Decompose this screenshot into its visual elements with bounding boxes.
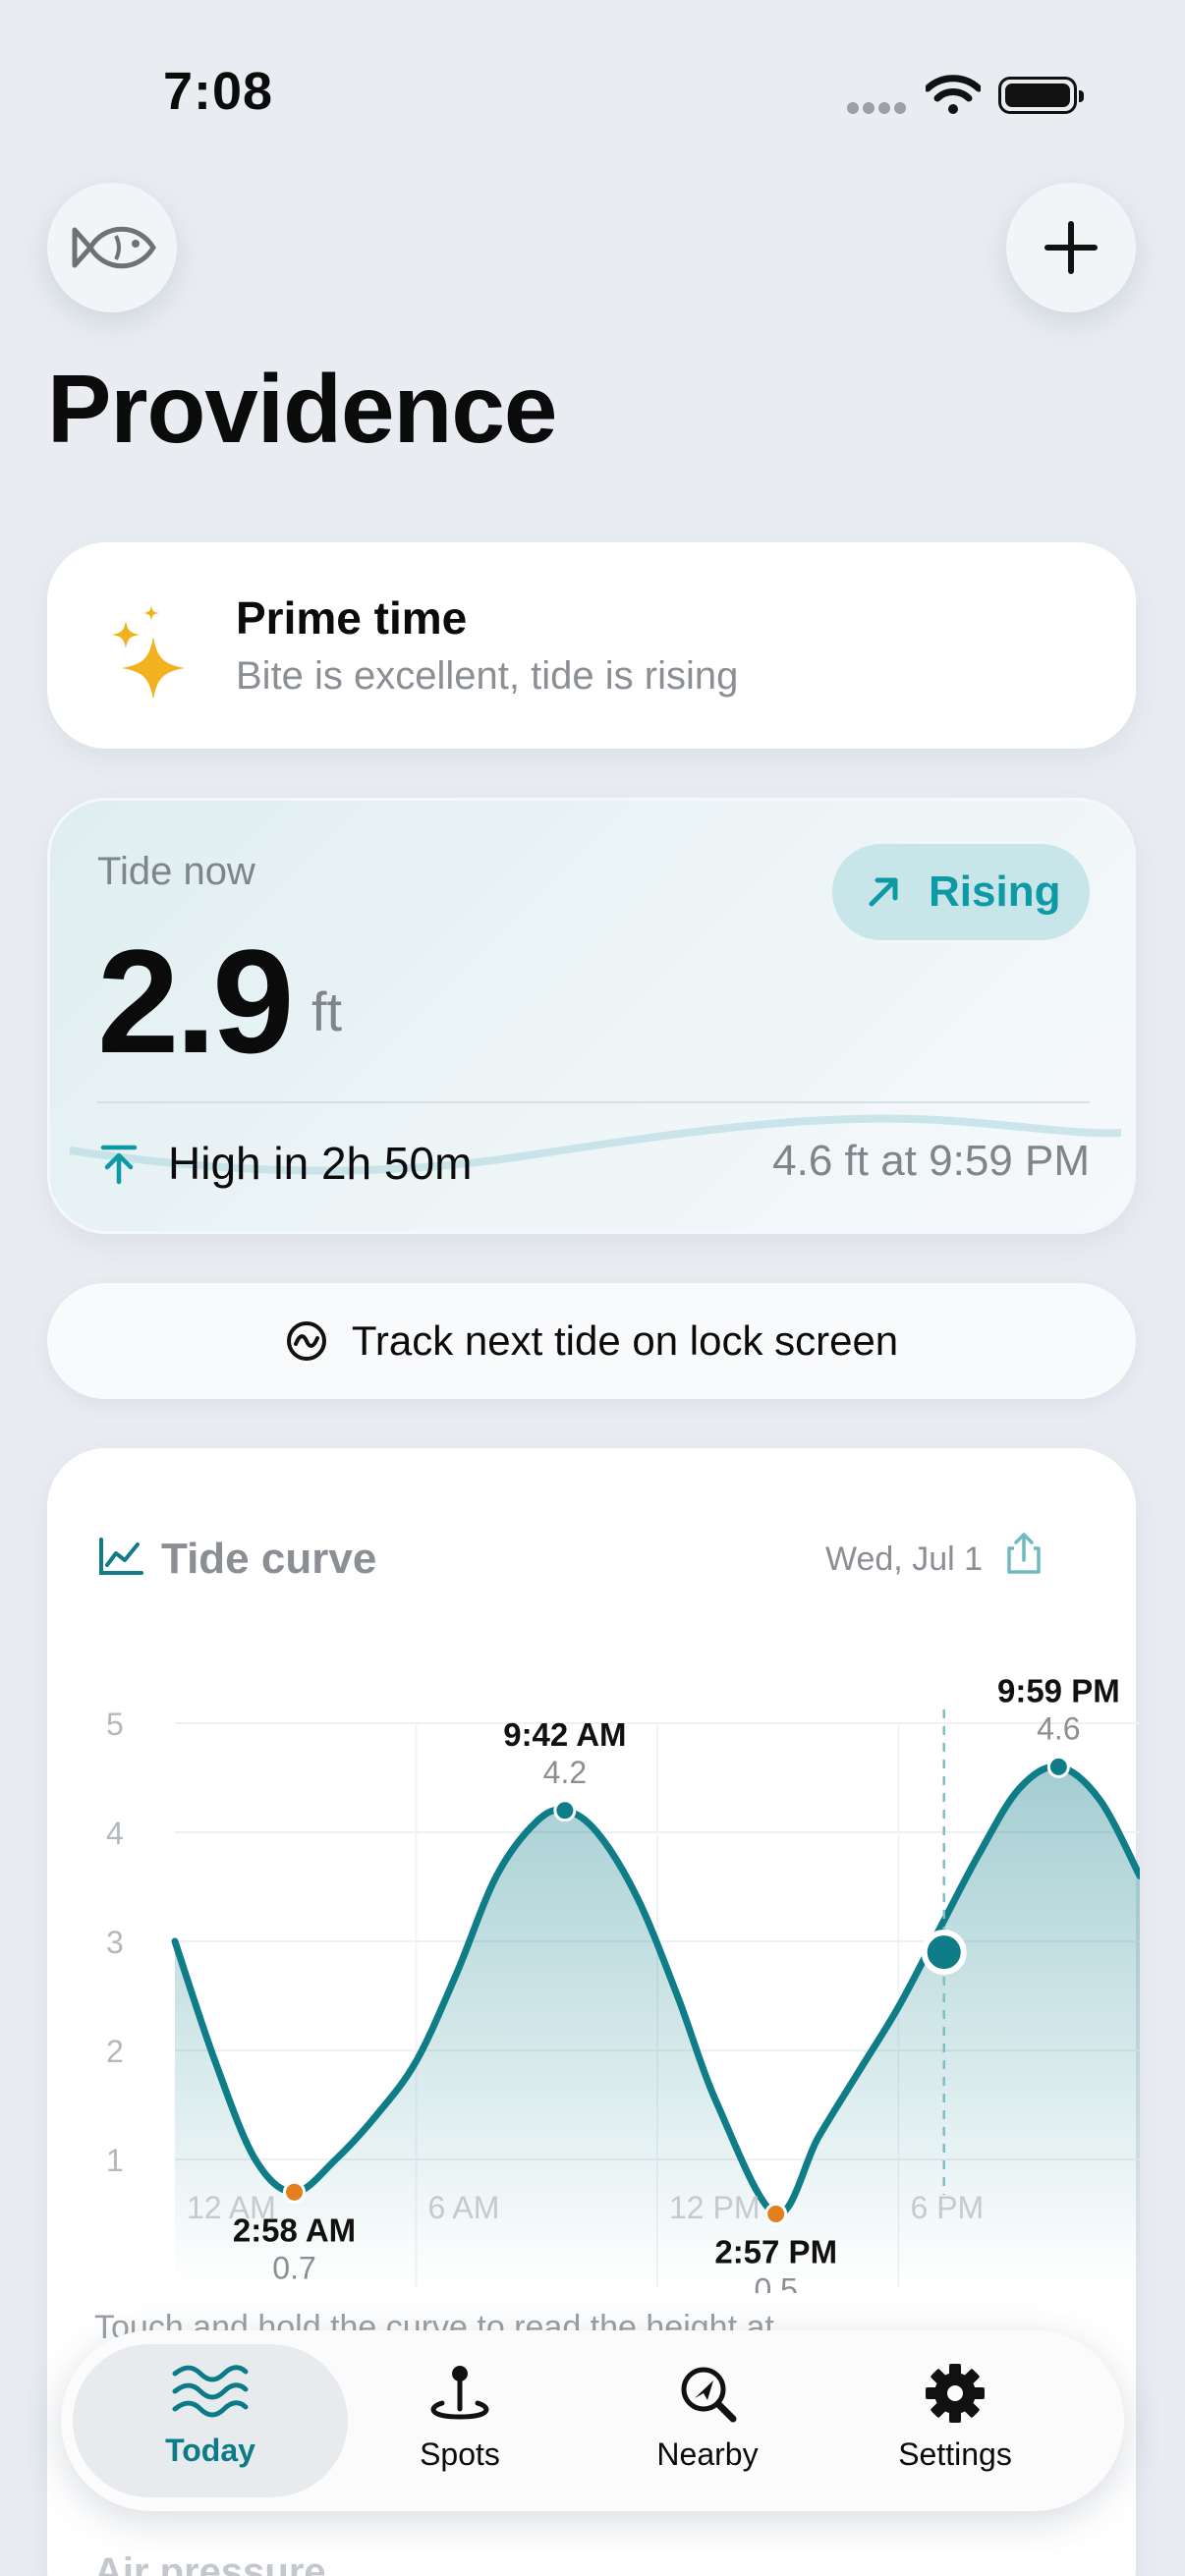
next-tide-label: High in 2h 50m <box>168 1138 473 1189</box>
x-tick-label: 12 PM <box>669 2190 760 2225</box>
trend-badge: Rising <box>832 844 1090 940</box>
line-chart-icon <box>99 1538 143 1575</box>
extreme-height-label: 4.2 <box>543 1755 587 1790</box>
extreme-height-label: 4.6 <box>1037 1710 1080 1746</box>
air-pressure-peek: Air pressure <box>94 2550 326 2576</box>
trend-label: Rising <box>929 868 1061 916</box>
prime-title: Prime time <box>236 592 468 644</box>
arrow-up-right-icon <box>869 877 898 907</box>
tide-now-value: 2.9 <box>97 919 295 1084</box>
prime-subtitle: Bite is excellent, tide is rising <box>236 654 739 698</box>
status-bar: 7:08 <box>0 0 1185 187</box>
tide-curve-title: Tide curve <box>161 1535 377 1583</box>
live-activity-icon <box>286 1321 326 1361</box>
wifi-icon <box>926 75 981 114</box>
high-tide-marker <box>1046 1755 1070 1778</box>
extreme-time-label: 9:59 PM <box>997 1672 1120 1708</box>
gear-icon <box>926 2364 985 2423</box>
tab-settings[interactable]: Settings <box>818 2344 1093 2497</box>
tab-today-label: Today <box>165 2433 255 2468</box>
extreme-height-label: 0.7 <box>272 2250 315 2285</box>
y-tick-label: 5 <box>106 1707 124 1742</box>
pin-icon <box>430 2366 489 2420</box>
cellular-icon <box>847 102 906 114</box>
y-tick-label: 4 <box>106 1816 124 1851</box>
fish-icon <box>72 226 156 269</box>
x-tick-label: 6 PM <box>911 2190 985 2225</box>
tab-today[interactable]: Today <box>73 2344 348 2497</box>
extreme-time-label: 9:42 AM <box>503 1716 626 1753</box>
extreme-height-label: 0.5 <box>754 2272 797 2294</box>
x-tick-label: 6 AM <box>428 2190 500 2225</box>
share-icon[interactable] <box>1004 1531 1044 1576</box>
low-tide-marker <box>764 2203 788 2225</box>
tide-now-label: Tide now <box>97 850 255 893</box>
tab-settings-label: Settings <box>898 2436 1012 2472</box>
tab-spots[interactable]: Spots <box>322 2344 597 2497</box>
page-title: Providence <box>47 355 557 463</box>
extreme-time-label: 2:58 AM <box>233 2212 356 2248</box>
divider <box>97 1101 1090 1103</box>
plus-icon <box>1044 221 1098 274</box>
y-tick-label: 2 <box>106 2034 124 2069</box>
low-tide-marker <box>283 2180 307 2204</box>
waves-icon <box>172 2365 249 2418</box>
arrow-to-top-icon <box>100 1145 138 1185</box>
track-label: Track next tide on lock screen <box>351 1317 899 1364</box>
prime-time-card[interactable]: Prime time Bite is excellent, tide is ri… <box>47 542 1136 749</box>
tab-bar: Today Spots Nearby Settings <box>61 2330 1124 2511</box>
tab-nearby[interactable]: Nearby <box>570 2344 845 2497</box>
battery-icon <box>998 77 1084 114</box>
tide-chart[interactable]: 1234512 AM 6 AM 12 PM 6 PM2:58 AM0.79:42 AM… <box>98 1605 1140 2293</box>
track-lock-screen-button[interactable]: Track next tide on lock screen <box>47 1283 1136 1399</box>
tide-now-card[interactable]: Tide now 2.9 ft Rising High in 2h 50m 4.… <box>47 798 1136 1234</box>
fish-button[interactable] <box>47 183 177 312</box>
y-tick-label: 1 <box>106 2143 124 2178</box>
high-tide-marker <box>553 1799 577 1822</box>
now-marker <box>921 1930 967 1976</box>
tab-nearby-label: Nearby <box>656 2436 759 2472</box>
tide-now-unit: ft <box>311 980 343 1042</box>
tab-spots-label: Spots <box>420 2436 500 2472</box>
next-tide-detail: 4.6 ft at 9:59 PM <box>772 1137 1090 1185</box>
search-location-icon <box>681 2367 737 2423</box>
tide-curve-date: Wed, Jul 1 <box>825 1540 984 1578</box>
status-time: 7:08 <box>163 62 274 121</box>
sparkle-icon <box>112 605 185 700</box>
add-button[interactable] <box>1006 183 1136 312</box>
y-tick-label: 3 <box>106 1925 124 1960</box>
extreme-time-label: 2:57 PM <box>714 2234 837 2270</box>
